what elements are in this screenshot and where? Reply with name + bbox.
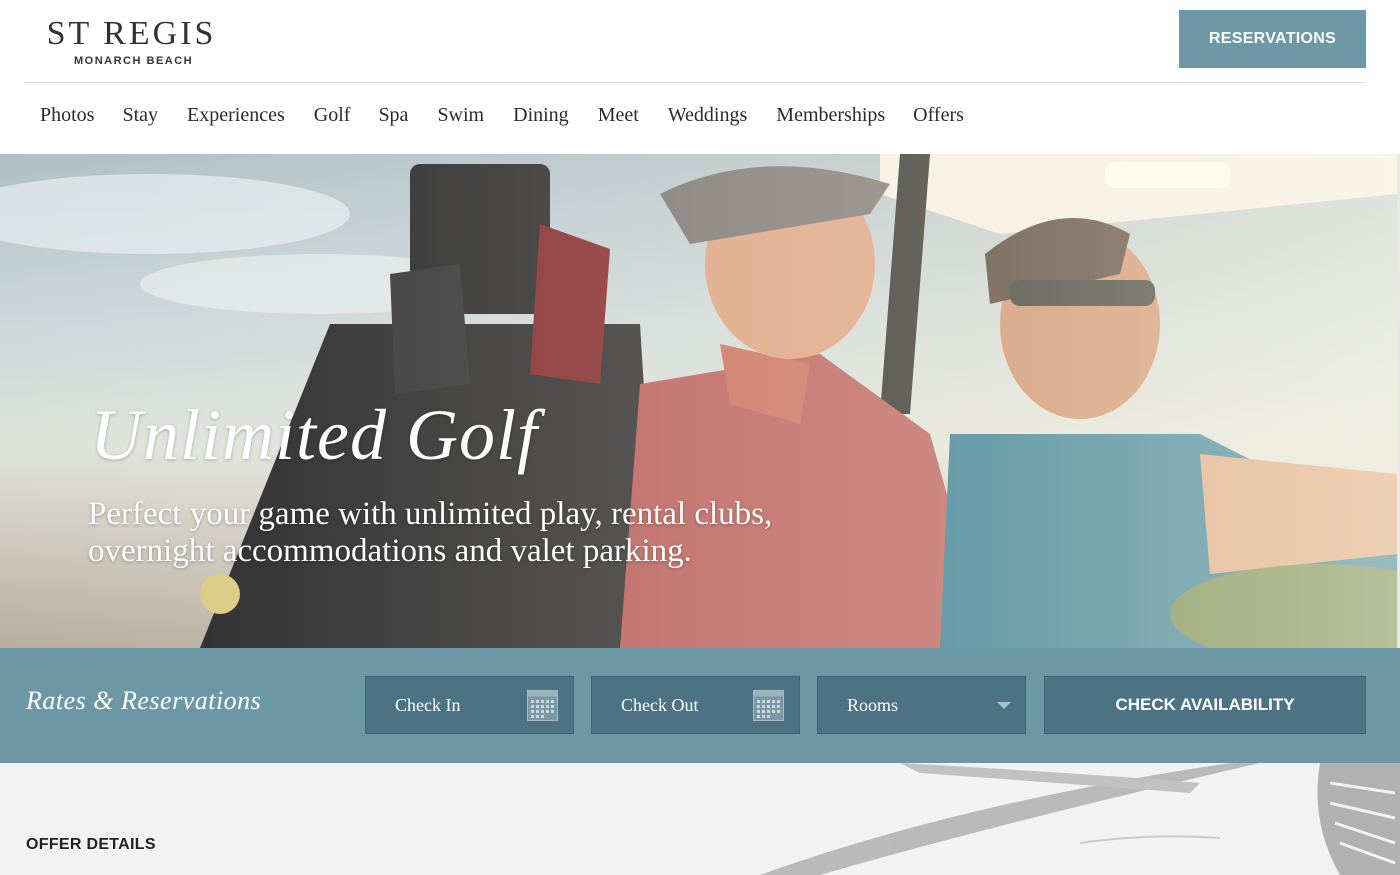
calendar-icon[interactable]	[527, 690, 558, 721]
hero-subtitle-line-1: Perfect your game with unlimited play, r…	[88, 496, 773, 532]
offer-details-section: OFFER DETAILS	[0, 763, 1400, 875]
calendar-icon[interactable]	[753, 690, 784, 721]
check-availability-button[interactable]: CHECK AVAILABILITY	[1044, 676, 1366, 734]
main-nav: Photos Stay Experiences Golf Spa Swim Di…	[40, 104, 964, 127]
nav-item-stay[interactable]: Stay	[122, 104, 158, 127]
nav-item-experiences[interactable]: Experiences	[187, 104, 285, 127]
logo-subtitle: MONARCH BEACH	[74, 55, 194, 67]
rooms-label: Rooms	[847, 695, 899, 715]
booking-title: Rates & Reservations	[26, 686, 262, 715]
check-out-label: Check Out	[621, 695, 699, 715]
nav-item-weddings[interactable]: Weddings	[668, 104, 748, 127]
reservations-button[interactable]: RESERVATIONS	[1179, 10, 1366, 68]
hero-title: Unlimited Golf	[90, 395, 538, 475]
nav-item-spa[interactable]: Spa	[378, 104, 408, 127]
hero-banner: Unlimited Golf Perfect your game with un…	[0, 154, 1397, 648]
offer-details-title: OFFER DETAILS	[26, 836, 156, 853]
nav-item-photos[interactable]: Photos	[40, 104, 94, 127]
logo-wordmark: ST REGIS	[46, 15, 217, 52]
nav-item-meet[interactable]: Meet	[598, 104, 639, 127]
booking-bar: Rates & Reservations Check In Check Out	[0, 648, 1400, 763]
chevron-down-icon[interactable]	[997, 702, 1011, 709]
site-header: ST REGIS MONARCH BEACH RESERVATIONS Phot…	[0, 0, 1400, 154]
nav-item-dining[interactable]: Dining	[513, 104, 569, 127]
st-regis-logo[interactable]: ST REGIS MONARCH BEACH	[24, 15, 239, 68]
nav-item-swim[interactable]: Swim	[437, 104, 484, 127]
hero-subtitle-line-2: overnight accommodations and valet parki…	[88, 533, 692, 569]
check-in-field[interactable]: Check In	[365, 676, 574, 734]
nav-item-golf[interactable]: Golf	[314, 104, 351, 127]
check-out-field[interactable]: Check Out	[591, 676, 800, 734]
check-in-label: Check In	[395, 695, 461, 715]
rooms-select[interactable]: Rooms	[817, 676, 1026, 734]
palm-leaf-illustration	[760, 763, 1400, 875]
nav-item-memberships[interactable]: Memberships	[776, 104, 885, 127]
header-divider	[24, 82, 1366, 83]
hero-subtitle: Perfect your game with unlimited play, r…	[88, 496, 908, 570]
nav-item-offers[interactable]: Offers	[913, 104, 964, 127]
